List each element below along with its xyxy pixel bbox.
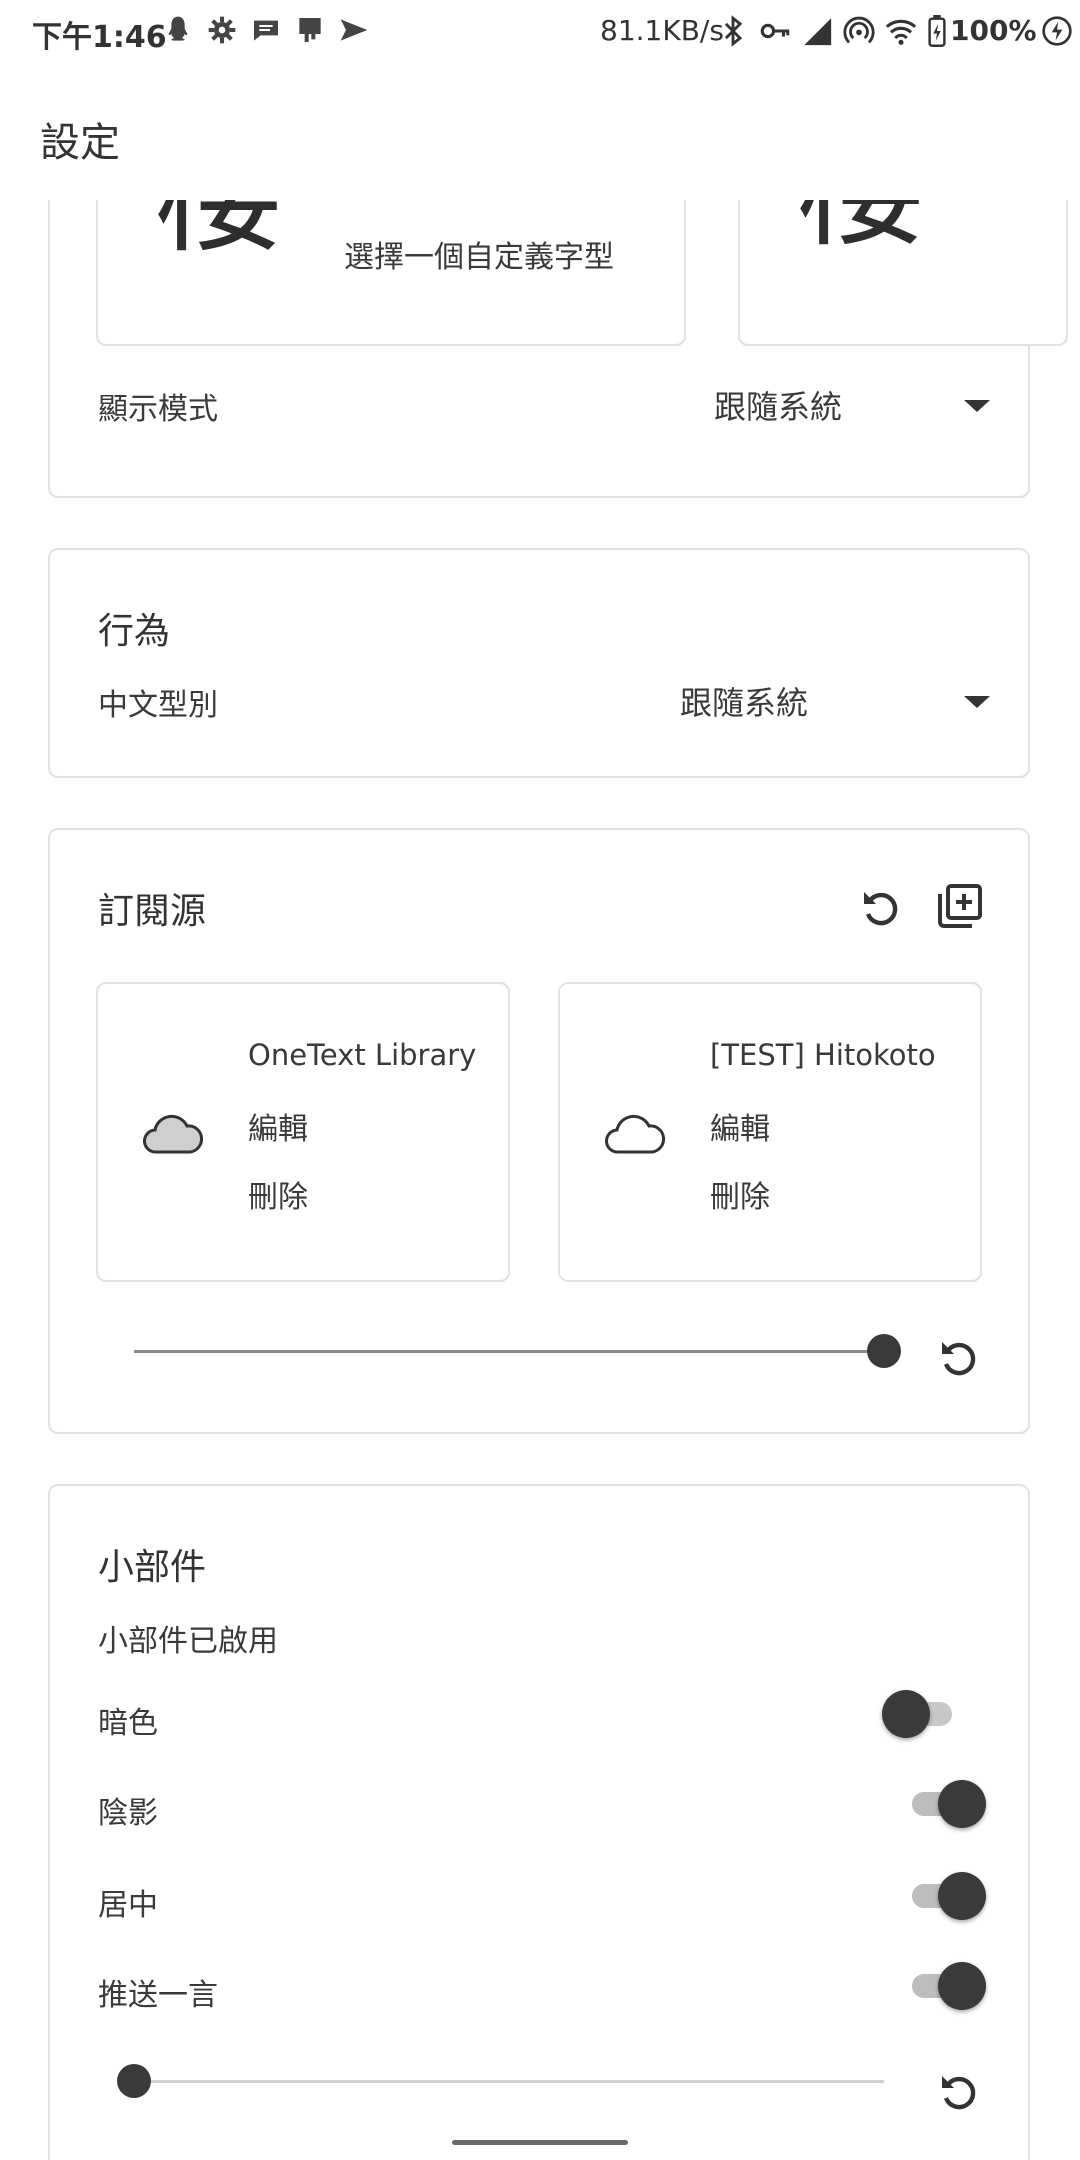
reset-slider-button[interactable]: [930, 1330, 986, 1386]
appearance-card: 楼 選擇一個自定義字型 楼 顯示模式 跟隨系統: [48, 200, 1068, 498]
cast-icon: [299, 18, 321, 42]
behavior-card: 行為 中文型別 跟隨系統: [48, 548, 1030, 778]
display-mode-label: 顯示模式: [98, 392, 218, 427]
chinese-variant-value: 跟隨系統: [680, 684, 809, 722]
refresh-icon: [864, 892, 898, 926]
refresh-icon: [942, 2076, 976, 2110]
font-option-2[interactable]: 楼: [738, 200, 1068, 346]
font-preview-glyph: 楼: [154, 200, 284, 260]
delete-source-link[interactable]: 刪除: [710, 1172, 770, 1216]
net-speed: 81.1KB/s: [600, 14, 724, 47]
battery-charging-icon: [928, 14, 946, 47]
wifi-icon: [885, 19, 917, 45]
fast-charge-icon: [1041, 15, 1072, 46]
chinese-variant-dropdown[interactable]: 跟隨系統: [680, 670, 1014, 730]
slider-track: [134, 1350, 884, 1353]
status-bar: 下午1:46 81.1KB/s 100%: [0, 0, 1080, 66]
page-title: 設定: [40, 120, 120, 166]
behavior-title: 行為: [98, 611, 171, 652]
cloud-icon: [605, 1114, 666, 1154]
add-source-button[interactable]: [932, 878, 988, 934]
widget-title: 小部件: [98, 1547, 207, 1588]
toggle-shadow-switch[interactable]: [900, 1776, 986, 1830]
delete-source-link[interactable]: 刪除: [248, 1172, 308, 1216]
system-icons: [716, 14, 918, 48]
chevron-down-icon: [964, 400, 990, 412]
hotspot-icon: [843, 16, 875, 44]
font-preview-glyph-2: 楼: [796, 200, 926, 254]
hd-signal-icon: [804, 18, 832, 46]
widget-slider[interactable]: [117, 2060, 920, 2104]
send-icon: [340, 19, 368, 41]
display-mode-value: 跟隨系統: [714, 388, 843, 426]
toggle-push-switch[interactable]: [900, 1958, 986, 2012]
slider-track: [134, 2080, 884, 2083]
sources-card: 訂閱源 OneText Library 編輯 刪除 [TEST] Hitokot…: [48, 828, 1030, 1434]
bluetooth-icon: [724, 15, 743, 47]
custom-font-label: 選擇一個自定義字型: [344, 240, 614, 275]
message-icon: [254, 20, 278, 41]
toggle-dark-label: 暗色: [98, 1706, 158, 1741]
refresh-sources-button[interactable]: [852, 880, 908, 936]
qq-icon: [168, 16, 188, 41]
vpn-key-icon: [760, 23, 790, 39]
gesture-nav-handle[interactable]: [452, 2140, 628, 2145]
cloud-icon: [143, 1114, 204, 1154]
chinese-variant-label: 中文型別: [98, 688, 218, 723]
sources-title: 訂閱源: [98, 891, 207, 932]
custom-font-option[interactable]: 楼 選擇一個自定義字型: [96, 200, 686, 346]
toggle-center-switch[interactable]: [900, 1868, 986, 1922]
app-bar: 設定: [0, 66, 1080, 200]
battery-indicator: 100%: [928, 14, 1073, 47]
settings-gear-icon: [208, 16, 236, 44]
toggle-dark-switch[interactable]: [882, 1686, 966, 1740]
reset-slider-button[interactable]: [930, 2064, 986, 2120]
sources-slider[interactable]: [134, 1330, 902, 1374]
library-add-icon: [938, 884, 982, 928]
slider-thumb[interactable]: [867, 1334, 901, 1368]
status-time: 下午1:46: [32, 20, 167, 55]
source-card-hitokoto[interactable]: [TEST] Hitokoto 編輯 刪除: [558, 982, 982, 1282]
widget-card: 小部件 小部件已啟用 暗色 陰影 居中 推送一言: [48, 1484, 1030, 2160]
source-name: OneText Library: [248, 1038, 477, 1072]
edit-source-link[interactable]: 編輯: [248, 1104, 308, 1148]
notification-icons: [162, 14, 370, 46]
display-mode-dropdown[interactable]: 跟隨系統: [714, 374, 1014, 434]
toggle-center-label: 居中: [98, 1888, 158, 1923]
source-card-onetext[interactable]: OneText Library 編輯 刪除: [96, 982, 510, 1282]
refresh-icon: [942, 1342, 976, 1376]
source-name: [TEST] Hitokoto: [710, 1038, 936, 1072]
toggle-shadow-label: 陰影: [98, 1796, 158, 1831]
widget-status: 小部件已啟用: [98, 1624, 278, 1659]
battery-percent: 100%: [950, 14, 1037, 47]
edit-source-link[interactable]: 編輯: [710, 1104, 770, 1148]
toggle-push-label: 推送一言: [98, 1978, 218, 2013]
settings-scroll-view[interactable]: 楼 選擇一個自定義字型 楼 顯示模式 跟隨系統 行為 中文型別 跟隨系統 訂閱源: [0, 200, 1080, 2160]
chevron-down-icon: [964, 696, 990, 708]
slider-thumb[interactable]: [117, 2064, 151, 2098]
